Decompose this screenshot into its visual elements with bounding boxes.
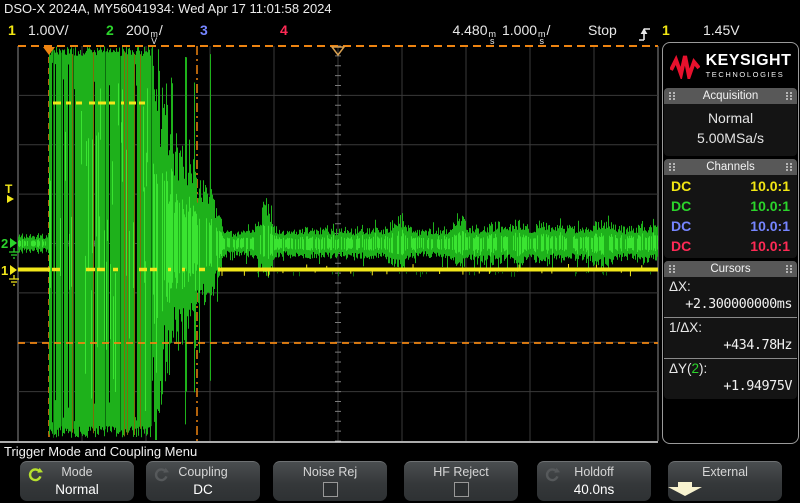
ch1-coupling: DC — [671, 176, 691, 196]
grip-icon — [669, 91, 675, 102]
ch4-indicator[interactable]: 4 — [280, 18, 288, 43]
grip-icon — [786, 264, 792, 275]
title-bar: DSO-X 2024A, MY56041934: Wed Apr 17 11:0… — [0, 0, 800, 18]
status-bar: 1 1.00V/ 2 200mV/ 3 4 4.480ms 1.000ms/ S… — [0, 18, 660, 43]
channels-section: Channels DC 10.0:1 DC 10.0:1 DC 10.0:1 D… — [664, 159, 797, 258]
marker-label: 2 — [1, 236, 8, 251]
menu-title: Trigger Mode and Coupling Menu — [4, 444, 197, 459]
trigger-level[interactable]: 1.45V — [703, 18, 740, 43]
timebase-readout[interactable]: 1.000ms/ — [502, 18, 550, 43]
marker-label: 1 — [1, 263, 8, 278]
grip-icon — [786, 91, 792, 102]
mode-value: Normal — [20, 481, 134, 498]
channels-title: Channels — [706, 159, 755, 175]
acquisition-section: Acquisition Normal 5.00MSa/s — [664, 88, 797, 156]
brand-name: KEYSIGHT — [706, 53, 792, 69]
ch2-coupling: DC — [671, 196, 691, 216]
run-state[interactable]: Stop — [588, 18, 617, 43]
brand-sub: TECHNOLOGIES — [706, 71, 792, 79]
softkey-holdoff[interactable]: Holdoff 40.0ns — [537, 461, 651, 501]
channel-row-3: DC 10.0:1 — [664, 216, 797, 236]
channel-row-4: DC 10.0:1 — [664, 236, 797, 256]
cursor-dx: ΔX: +2.300000000ms — [664, 277, 797, 318]
dx-value: +2.300000000ms — [669, 295, 792, 313]
softkey-coupling[interactable]: Coupling DC — [146, 461, 260, 501]
knob-arrow-icon — [27, 467, 43, 483]
ch1-scale[interactable]: 1.00V/ — [28, 18, 68, 43]
grip-icon — [669, 162, 675, 173]
holdoff-value: 40.0ns — [537, 481, 651, 498]
hf-reject-checkbox[interactable] — [454, 482, 469, 497]
cursors-title: Cursors — [710, 261, 750, 277]
keysight-spark-icon — [670, 53, 700, 79]
ch2-position-marker[interactable] — [10, 238, 17, 248]
softkey-hf-reject[interactable]: HF Reject — [404, 461, 518, 501]
dx-label: ΔX: — [669, 279, 792, 295]
cursor-inv-dx: 1/ΔX: +434.78Hz — [664, 318, 797, 359]
trigger-source[interactable]: 1 — [662, 18, 670, 43]
channels-header[interactable]: Channels — [664, 159, 797, 175]
external-label: External — [668, 464, 782, 481]
waveform-display: T 2 1 — [0, 0, 660, 503]
ch1-indicator[interactable]: 1 — [8, 18, 16, 43]
ch2-scale[interactable]: 200mV/ — [126, 18, 163, 43]
channel-row-2: DC 10.0:1 — [664, 196, 797, 216]
marker-label: T — [5, 182, 13, 196]
ch2-probe: 10.0:1 — [750, 196, 790, 216]
grip-icon — [669, 264, 675, 275]
dy-value: +1.94975V — [669, 377, 792, 395]
ch3-indicator[interactable]: 3 — [200, 18, 208, 43]
softkey-external[interactable]: External — [668, 461, 782, 501]
acquisition-title: Acquisition — [703, 88, 759, 104]
softkey-noise-rej[interactable]: Noise Rej — [273, 461, 387, 501]
ch4-coupling: DC — [671, 236, 691, 256]
noise-rej-label: Noise Rej — [273, 464, 387, 481]
oscilloscope-screen: T 2 1 DSO-X 2024A, MY56041934: Wed Apr 17 … — [0, 0, 800, 503]
grip-icon — [786, 162, 792, 173]
sample-rate: 5.00MSa/s — [664, 128, 797, 148]
knob-arrow-icon — [153, 467, 169, 483]
knob-arrow-icon — [544, 467, 560, 483]
ch2-indicator[interactable]: 2 — [106, 18, 114, 43]
ch1-probe: 10.0:1 — [750, 176, 790, 196]
ch3-probe: 10.0:1 — [750, 216, 790, 236]
acquisition-header[interactable]: Acquisition — [664, 88, 797, 104]
keysight-logo: KEYSIGHT TECHNOLOGIES — [663, 43, 798, 87]
dy-label: ΔY(2): — [669, 361, 792, 377]
ch3-coupling: DC — [671, 216, 691, 236]
delay-readout[interactable]: 4.480ms — [400, 18, 497, 43]
inv-dx-value: +434.78Hz — [669, 336, 792, 354]
trigger-level-marker[interactable] — [7, 195, 14, 203]
ch4-probe: 10.0:1 — [750, 236, 790, 256]
acquisition-mode: Normal — [664, 108, 797, 128]
coupling-value: DC — [146, 481, 260, 498]
down-arrow-icon — [668, 482, 702, 497]
softkey-mode[interactable]: Mode Normal — [20, 461, 134, 501]
noise-rej-checkbox[interactable] — [323, 482, 338, 497]
inv-dx-label: 1/ΔX: — [669, 320, 792, 336]
rising-edge-trigger-icon — [639, 22, 651, 47]
cursors-section: Cursors ΔX: +2.300000000ms 1/ΔX: +434.78… — [664, 261, 797, 399]
hf-reject-label: HF Reject — [404, 464, 518, 481]
cursors-header[interactable]: Cursors — [664, 261, 797, 277]
channel-row-1: DC 10.0:1 — [664, 176, 797, 196]
ch1-position-marker[interactable] — [10, 265, 17, 275]
cursor-dy: ΔY(2): +1.94975V — [664, 359, 797, 399]
sidebar: KEYSIGHT TECHNOLOGIES Acquisition Normal… — [662, 42, 799, 444]
